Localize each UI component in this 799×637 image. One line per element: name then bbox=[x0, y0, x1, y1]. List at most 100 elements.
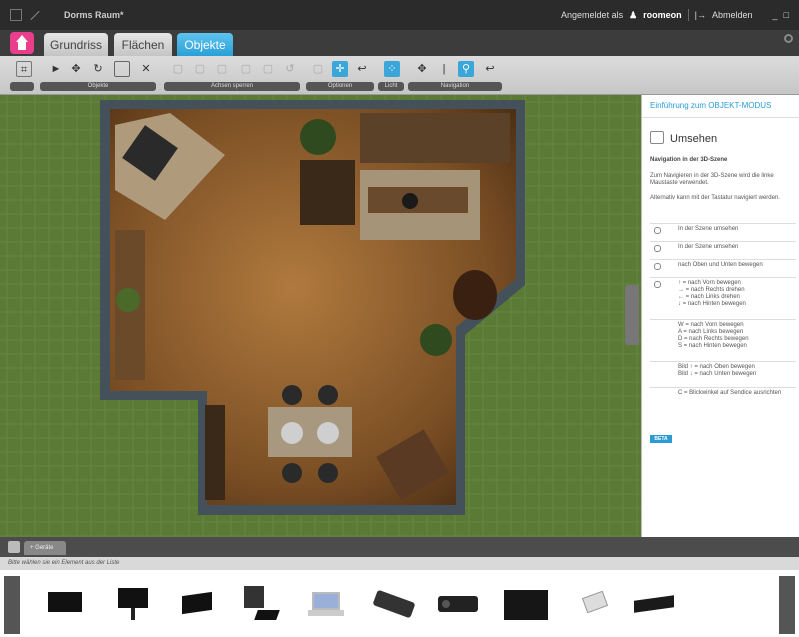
help-row: C = Blickwinkel auf Sendice ausrichten bbox=[650, 387, 796, 413]
cursor-icon[interactable]: ► bbox=[48, 61, 64, 77]
divider bbox=[687, 9, 689, 21]
plate bbox=[281, 422, 303, 444]
plant bbox=[116, 288, 140, 312]
help-row: In der Szene umsehen bbox=[650, 223, 796, 241]
app-window: Dorms Raum* Angemeldet als ♟ roomeon |→ … bbox=[0, 0, 799, 637]
pan-icon[interactable]: ✥ bbox=[414, 61, 430, 77]
divider bbox=[642, 117, 799, 118]
light-icon[interactable]: ⁘ bbox=[384, 61, 400, 77]
logout-link[interactable]: Abmelden bbox=[712, 10, 753, 20]
chair-4 bbox=[318, 463, 338, 483]
lock-scale-icon[interactable]: ▢ bbox=[260, 61, 276, 77]
panel-intro: Zum Navigieren in der 3D-Szene wird die … bbox=[650, 173, 774, 186]
home-button[interactable] bbox=[10, 32, 34, 54]
height-icon[interactable]: | bbox=[436, 61, 452, 77]
grid-icon[interactable]: ✛ bbox=[332, 61, 348, 77]
toolbar-group-navigation: Navigation bbox=[408, 82, 502, 91]
save-icon[interactable] bbox=[10, 9, 22, 21]
beta-badge: BETA bbox=[650, 435, 672, 443]
plant-2 bbox=[300, 119, 336, 155]
document-title: Dorms Raum* bbox=[64, 10, 124, 20]
toolbar-group-camera bbox=[10, 82, 34, 91]
help-row: W = nach Vorn bewegen A = nach Links bew… bbox=[650, 319, 796, 361]
toolbar-group-licht: Licht bbox=[378, 82, 404, 91]
walk-icon[interactable]: ⚲ bbox=[458, 61, 474, 77]
chair bbox=[282, 385, 302, 405]
plate-2 bbox=[317, 422, 339, 444]
toolbar-group-achsen: Achsen sperren bbox=[164, 82, 300, 91]
help-row: nach Oben und Unten bewegen bbox=[650, 259, 796, 277]
lock-y-icon[interactable]: ▢ bbox=[192, 61, 208, 77]
lock-z-icon[interactable]: ▢ bbox=[214, 61, 230, 77]
tab-grundriss[interactable]: Grundriss bbox=[44, 33, 108, 56]
help-row: In der Szene umsehen bbox=[650, 241, 796, 259]
catalog-home-icon[interactable] bbox=[8, 541, 20, 553]
tab-objekte[interactable]: Objekte bbox=[177, 33, 233, 56]
user-icon: ♟ bbox=[629, 9, 638, 20]
settings-icon[interactable] bbox=[784, 34, 793, 43]
scroll-left-button[interactable] bbox=[4, 576, 20, 634]
lamp bbox=[402, 193, 418, 209]
tab-flaechen[interactable]: Flächen bbox=[114, 33, 172, 56]
intro-link[interactable]: Einführung zum OBJEKT-MODUS bbox=[650, 101, 796, 110]
keyboard-icon bbox=[654, 281, 661, 288]
catalog-item-monitor[interactable] bbox=[172, 580, 222, 626]
catalog-item-media-cabinet[interactable] bbox=[500, 580, 550, 626]
catalog-tabs: + Geräte bbox=[0, 537, 799, 557]
panel-subheading: Navigation in der 3D-Szene bbox=[650, 157, 728, 163]
cabinet bbox=[205, 405, 225, 500]
dining-table bbox=[368, 187, 468, 213]
rotate-icon[interactable]: ↻ bbox=[90, 61, 106, 77]
sofa bbox=[360, 113, 510, 163]
help-row: ↑ = nach Vorn bewegen → = nach Rechts dr… bbox=[650, 277, 796, 319]
help-row: Bild ↑ = nach Oben bewegen Bild ↓ = nach… bbox=[650, 361, 796, 387]
catalog-strip bbox=[0, 570, 799, 637]
plant-3 bbox=[420, 324, 452, 356]
3d-scene[interactable] bbox=[0, 95, 641, 537]
mouse-icon bbox=[654, 245, 661, 252]
resize-icon[interactable] bbox=[114, 61, 130, 77]
mode-tabs: Grundriss Flächen Objekte bbox=[0, 30, 799, 56]
selection-hint: Bitte wählen sie ein Element aus der Lis… bbox=[0, 557, 799, 570]
catalog-item-telephone[interactable] bbox=[570, 580, 620, 626]
table bbox=[268, 407, 352, 457]
camera-icon[interactable]: ⌗ bbox=[16, 61, 32, 77]
catalog-item-dvd-player[interactable] bbox=[628, 580, 678, 626]
toolbar-group-objekte: Objekte bbox=[40, 82, 156, 91]
lock-x-icon[interactable]: ▢ bbox=[170, 61, 186, 77]
camera-icon bbox=[650, 131, 664, 144]
logout-icon: |→ bbox=[694, 10, 707, 20]
catalog-item-desktop-pc[interactable] bbox=[236, 580, 286, 626]
panel-toggle[interactable] bbox=[625, 285, 639, 345]
mouse-icon bbox=[654, 227, 661, 234]
panel-intro-2: Alternativ kann mit der Tastatur navigie… bbox=[650, 195, 780, 201]
options-icon[interactable]: ▢ bbox=[310, 61, 326, 77]
toolbar: ⌗ ► ✥ ↻ ✕ ▢ ▢ ▢ ▢ ▢ ↺ ▢ ✛ ↩ ⁘ ✥ | ⚲ ↩ Ob… bbox=[0, 56, 799, 95]
chair-2 bbox=[318, 385, 338, 405]
snap-icon[interactable]: ↩ bbox=[354, 61, 370, 77]
maximize-button[interactable]: □ bbox=[784, 10, 789, 20]
chair-3 bbox=[282, 463, 302, 483]
toolbar-group-optionen: Optionen bbox=[306, 82, 374, 91]
lock-rot-icon[interactable]: ▢ bbox=[238, 61, 254, 77]
armchair-2 bbox=[300, 160, 355, 225]
mouse-icon bbox=[654, 263, 661, 270]
catalog-item-tv-on-stand[interactable] bbox=[108, 580, 158, 626]
panel-heading: Umsehen bbox=[670, 133, 718, 145]
minimize-button[interactable]: _ bbox=[773, 10, 778, 20]
logged-in-label: Angemeldet als bbox=[561, 10, 624, 20]
catalog-item-laptop[interactable] bbox=[300, 580, 350, 626]
edit-icon[interactable] bbox=[28, 9, 40, 21]
catalog-item-projector[interactable] bbox=[432, 580, 482, 626]
title-bar: Dorms Raum* Angemeldet als ♟ roomeon |→ … bbox=[0, 0, 799, 30]
orbit-icon[interactable]: ↩ bbox=[482, 61, 498, 77]
scroll-right-button[interactable] bbox=[779, 576, 795, 634]
catalog-item-flat-tv[interactable] bbox=[40, 580, 90, 626]
undo-icon[interactable]: ↺ bbox=[282, 61, 298, 77]
tab-geraete[interactable]: + Geräte bbox=[24, 541, 66, 555]
move-icon[interactable]: ✥ bbox=[68, 61, 84, 77]
username: roomeon bbox=[643, 10, 682, 20]
delete-icon[interactable]: ✕ bbox=[138, 61, 154, 77]
catalog-item-game-console[interactable] bbox=[368, 580, 418, 626]
help-panel: Einführung zum OBJEKT-MODUS Umsehen Navi… bbox=[641, 95, 799, 537]
